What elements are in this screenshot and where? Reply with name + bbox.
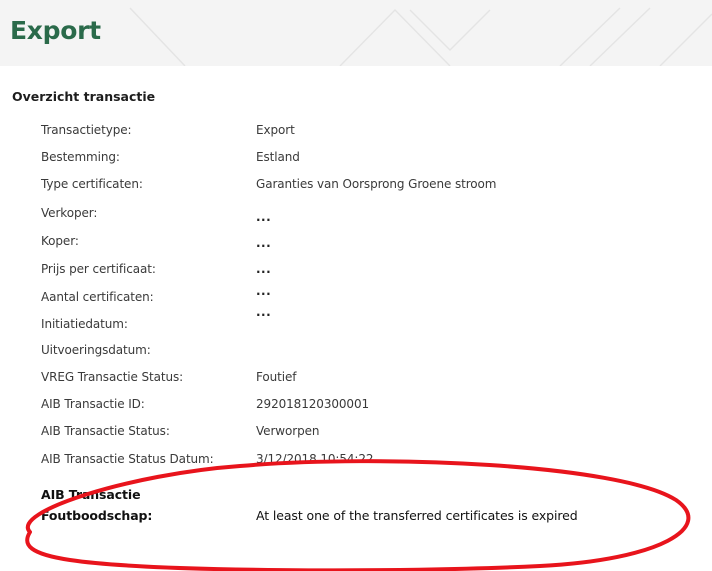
highlight-annotation — [25, 459, 691, 571]
detail-value: 292018120300001 — [256, 397, 370, 411]
detail-value: Estland — [256, 150, 300, 164]
detail-label: Koper: — [41, 234, 79, 248]
detail-row-initiatiedatum: Initiatiedatum: ... — [41, 305, 701, 338]
detail-label: VREG Transactie Status: — [41, 370, 184, 384]
detail-value: Foutief — [256, 370, 297, 384]
detail-label: AIB Transactie Status: — [41, 424, 170, 438]
detail-row-aib-status-datum: AIB Transactie Status Datum: 3/12/2018 1… — [41, 451, 701, 473]
header-decoration — [129, 7, 712, 66]
detail-label: Verkoper: — [41, 206, 98, 220]
detail-label: Type certificaten: — [41, 177, 143, 191]
detail-label: Prijs per certificaat: — [41, 262, 156, 276]
detail-label: Transactietype: — [41, 123, 132, 137]
detail-row-type-certificaten: Type certificaten: Garanties van Oorspro… — [41, 176, 701, 198]
detail-row-verkoper: Verkoper: ... — [41, 205, 701, 227]
detail-value: ... — [256, 210, 272, 224]
detail-value: Export — [256, 123, 295, 137]
page-header: Export — [0, 0, 712, 66]
detail-row-bestemming: Bestemming: Estland — [41, 149, 701, 171]
detail-label: Aantal certificaten: — [41, 290, 154, 304]
detail-value: ... — [256, 262, 272, 276]
detail-row-transactietype: Transactietype: Export — [41, 122, 701, 144]
detail-row-prijs-per-certificaat: Prijs per certificaat: ... — [41, 261, 701, 283]
detail-row-aib-transactie-status: AIB Transactie Status: Verworpen — [41, 423, 701, 445]
section-title: Overzicht transactie — [12, 89, 156, 104]
detail-row-vreg-status: VREG Transactie Status: Foutief — [41, 369, 701, 391]
detail-label-line2: Foutboodschap: — [41, 508, 153, 523]
detail-label: Uitvoeringsdatum: — [41, 343, 151, 357]
export-transaction-overview-page: Export Overzicht transactie Transactiety… — [0, 0, 712, 571]
detail-row-koper: Koper: ... — [41, 233, 701, 255]
detail-row-aib-foutboodschap: AIB Transactie Foutboodschap: At least o… — [41, 487, 701, 527]
detail-row-aib-transactie-id: AIB Transactie ID: 292018120300001 — [41, 396, 701, 418]
detail-value: Garanties van Oorsprong Groene stroom — [256, 177, 497, 191]
detail-label-line1: AIB Transactie — [41, 487, 141, 502]
detail-row-aantal-certificaten: Aantal certificaten: ... — [41, 284, 701, 311]
detail-value: ... — [256, 284, 272, 298]
detail-label: AIB Transactie ID: — [41, 397, 145, 411]
detail-value: 3/12/2018 10:54:22 — [256, 452, 374, 466]
detail-value: ... — [256, 305, 272, 319]
detail-label: Bestemming: — [41, 150, 120, 164]
detail-value: Verworpen — [256, 424, 320, 438]
detail-row-uitvoeringsdatum: Uitvoeringsdatum: — [41, 342, 701, 364]
error-message-value: At least one of the transferred certific… — [256, 508, 578, 523]
detail-value: ... — [256, 236, 272, 250]
detail-label: Initiatiedatum: — [41, 317, 128, 331]
detail-label: AIB Transactie Status Datum: — [41, 452, 214, 466]
page-title: Export — [10, 16, 101, 45]
